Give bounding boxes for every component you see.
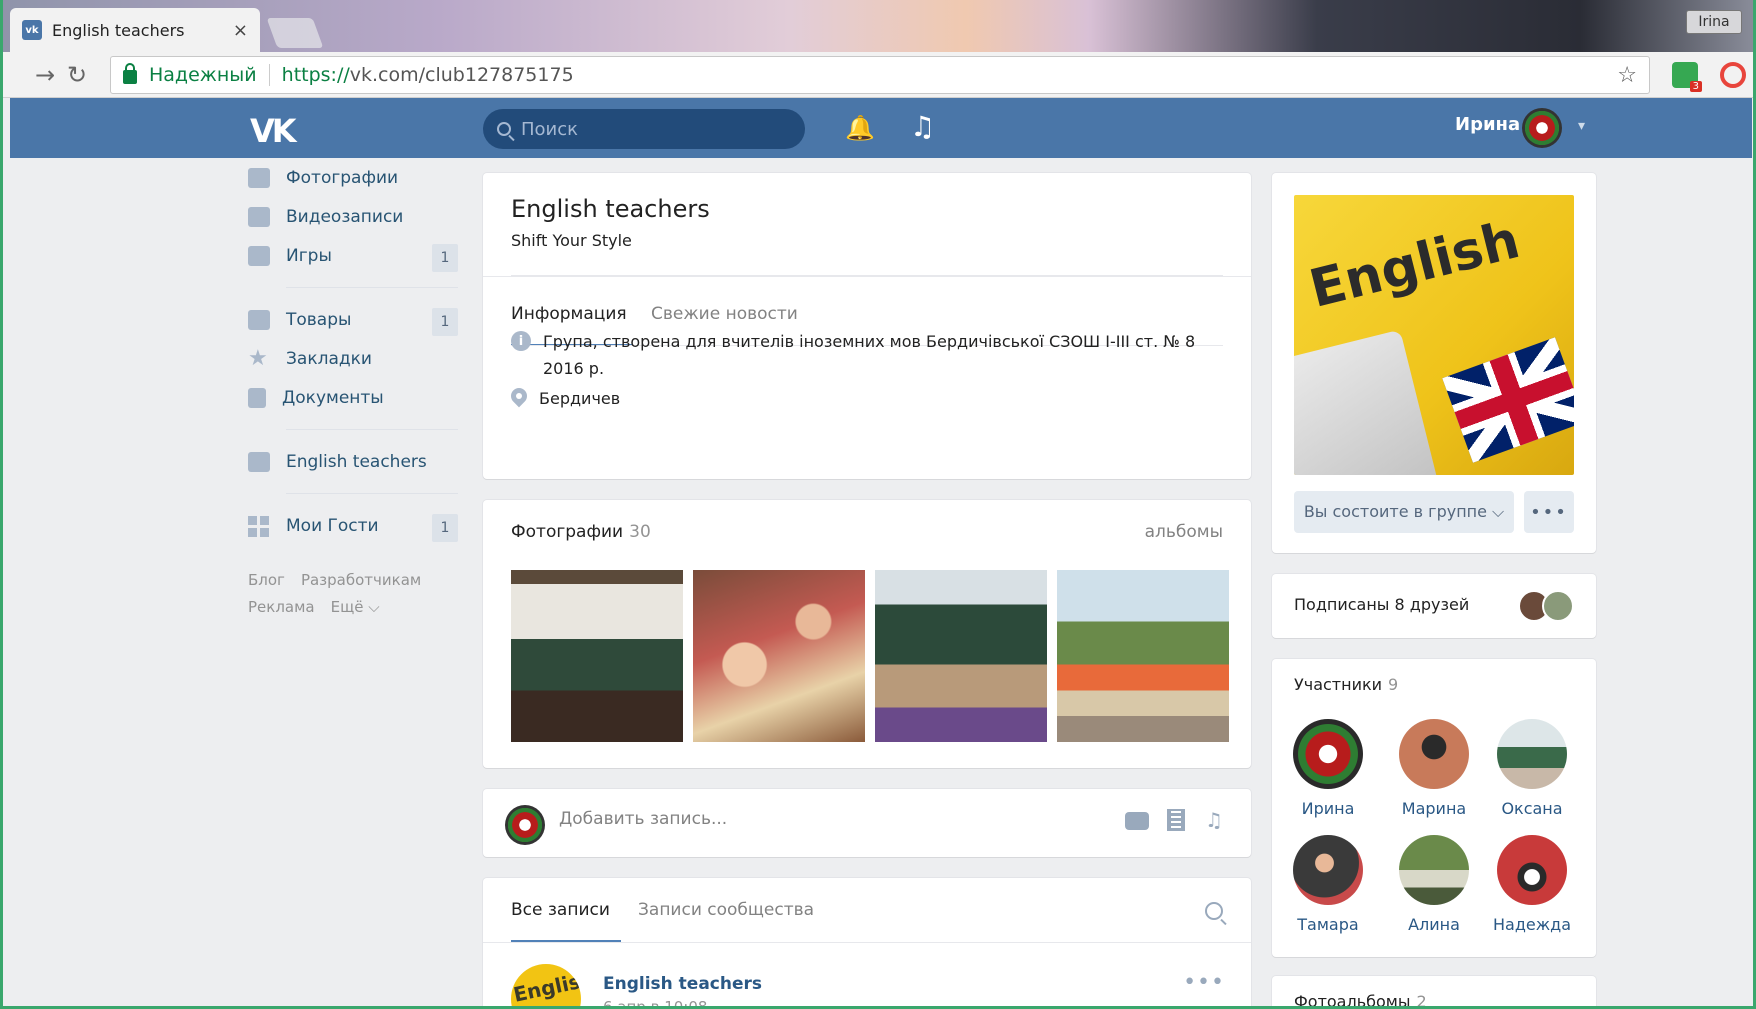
- window-frame: [0, 0, 1756, 1009]
